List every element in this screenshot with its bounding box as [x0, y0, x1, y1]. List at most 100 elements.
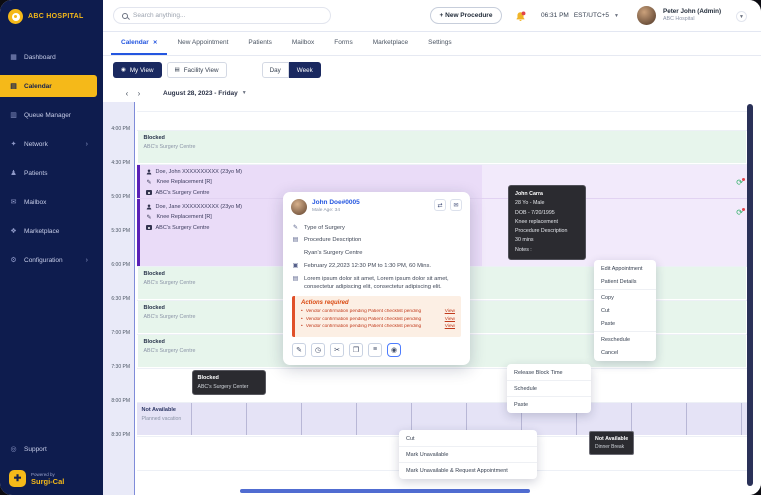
- sync-icon[interactable]: ⟳: [736, 208, 745, 217]
- hospital-logo-icon: [8, 9, 23, 24]
- day-view-button[interactable]: Day: [261, 62, 289, 78]
- user-info: Peter John (Admin) ABC Hospital: [663, 8, 721, 23]
- menu-item-cancel[interactable]: Cancel: [594, 346, 656, 359]
- search-input[interactable]: [133, 12, 322, 19]
- detail-text: February 22,2023 12:30 PM to 1:30 PM, 60…: [304, 262, 431, 269]
- search-box[interactable]: [113, 7, 331, 24]
- tab-patients[interactable]: Patients: [238, 32, 282, 55]
- sidebar-item-dashboard[interactable]: ▦ Dashboard: [0, 46, 97, 68]
- menu-item-reschedule[interactable]: Reschedule: [594, 333, 656, 346]
- tab-new-appointment[interactable]: New Appointment: [167, 32, 238, 55]
- edit-icon[interactable]: ✎: [292, 342, 306, 357]
- sidebar-item-configuration[interactable]: ⚙ Configuration ›: [0, 249, 97, 271]
- menu-item-cut[interactable]: Cut: [594, 304, 656, 317]
- pencil-icon: ✎: [146, 214, 152, 221]
- date-navigation: ‹ › August 28, 2023 - Friday ▼: [103, 84, 761, 102]
- user-name: Peter John (Admin): [663, 8, 722, 15]
- current-date[interactable]: August 28, 2023 - Friday ▼: [163, 90, 247, 97]
- hospital-logo-text: ABC HOSPITAL: [28, 13, 84, 20]
- popup-header-actions: ⇄ ✉: [434, 199, 462, 211]
- new-procedure-button[interactable]: + New Procedure: [430, 7, 502, 24]
- marketplace-icon: ❖: [10, 228, 17, 235]
- view-link[interactable]: View: [445, 309, 455, 314]
- tab-mailbox[interactable]: Mailbox: [282, 32, 324, 55]
- sidebar-item-support[interactable]: ◎ Support: [0, 438, 97, 460]
- list-icon[interactable]: ≡: [368, 342, 382, 357]
- menu-item-patient-details[interactable]: Patient Details: [594, 275, 656, 288]
- detail-row-datetime: ▣ February 22,2023 12:30 PM to 1:30 PM, …: [292, 262, 461, 270]
- clock-timezone[interactable]: 06:31 PM EST/UTC+5 ▼: [541, 12, 619, 19]
- tab-calendar[interactable]: Calendar ✕: [111, 32, 168, 55]
- transfer-icon[interactable]: ⇄: [434, 199, 446, 211]
- reschedule-clock-icon[interactable]: ◷: [311, 342, 325, 357]
- view-link[interactable]: View: [445, 317, 455, 322]
- menu-divider: [594, 289, 656, 290]
- sidebar-item-marketplace[interactable]: ❖ Marketplace: [0, 220, 97, 242]
- menu-item-schedule[interactable]: Schedule: [507, 382, 591, 395]
- menu-item-release-block-time[interactable]: Release Block Time: [507, 366, 591, 379]
- user-avatar[interactable]: [637, 6, 656, 25]
- time-label: 4:30 PM: [111, 160, 130, 166]
- block-time-menu: Release Block Time Schedule Paste: [507, 364, 591, 413]
- action-text: Vendor confirmation pending Patient chec…: [305, 324, 422, 329]
- tab-forms[interactable]: Forms: [324, 32, 362, 55]
- prev-day-button[interactable]: ‹: [121, 89, 133, 98]
- network-icon: ✦: [10, 141, 17, 148]
- sidebar-item-queue-manager[interactable]: ▥ Queue Manager: [0, 104, 97, 126]
- patient-name: Doe, John XXXXXXXXXX (23yo M): [155, 169, 243, 176]
- patient-tooltip: John Carra 28 Yo - Male DOB - 7/20/1995 …: [508, 185, 586, 260]
- procedure-name: Knee Replacement [R]: [156, 214, 212, 221]
- menu-item-edit-appointment[interactable]: Edit Appointment: [594, 262, 656, 275]
- tab-marketplace[interactable]: Marketplace: [363, 32, 418, 55]
- bullet-icon: •: [301, 316, 303, 322]
- week-view-button[interactable]: Week: [288, 62, 321, 78]
- menu-divider: [594, 331, 656, 332]
- blocked-event[interactable]: Blocked ABC's Surgery Centre: [137, 131, 746, 163]
- view-link[interactable]: View: [445, 324, 455, 329]
- actions-required-title: Actions required: [301, 300, 349, 306]
- menu-item-cut[interactable]: Cut: [399, 432, 537, 445]
- cut-icon[interactable]: ✂: [330, 342, 344, 357]
- notifications-bell-icon[interactable]: [515, 9, 526, 27]
- sidebar-item-mailbox[interactable]: ✉ Mailbox: [0, 191, 97, 213]
- sidebar-item-calendar[interactable]: ▤ Calendar: [0, 75, 97, 97]
- menu-item-paste[interactable]: Paste: [507, 398, 591, 411]
- time-gutter: 4:00 PM 4:30 PM 5:00 PM 5:30 PM 6:00 PM …: [103, 102, 135, 495]
- camera-icon[interactable]: ◉: [387, 342, 401, 357]
- chevron-down-icon: ▼: [614, 12, 619, 19]
- sidebar-item-network[interactable]: ✦ Network ›: [0, 133, 97, 155]
- sidebar-item-label: Marketplace: [24, 227, 60, 235]
- time-label: 7:30 PM: [111, 364, 130, 370]
- action-text: Vendor confirmation pending Patient chec…: [305, 316, 422, 322]
- menu-item-paste[interactable]: Paste: [594, 317, 656, 330]
- clipboard-icon: ▤: [292, 237, 299, 244]
- tab-label: Calendar: [121, 39, 149, 46]
- sidebar-item-patients[interactable]: ♟ Patients: [0, 162, 97, 184]
- next-day-button[interactable]: ›: [133, 89, 145, 98]
- sidebar-item-label: Support: [24, 445, 47, 453]
- menu-item-mark-unavailable-request[interactable]: Mark Unavailable & Request Appointment: [399, 464, 537, 477]
- vertical-scrollbar[interactable]: [747, 104, 753, 486]
- facility-view-button[interactable]: ▤ Facility View: [166, 62, 227, 78]
- sync-icon[interactable]: ⟳: [736, 178, 745, 187]
- action-item: • Vendor confirmation pending Patient ch…: [301, 309, 455, 314]
- tab-label: Forms: [334, 39, 353, 46]
- tab-settings[interactable]: Settings: [418, 32, 462, 55]
- menu-item-mark-unavailable[interactable]: Mark Unavailable: [399, 448, 537, 461]
- chevron-down-icon: ▼: [241, 90, 247, 96]
- detail-text: Ryan's Surgery Centre: [304, 250, 363, 257]
- my-view-button[interactable]: ◉ My View: [113, 62, 162, 78]
- unavailable-menu: Cut Mark Unavailable Mark Unavailable & …: [399, 430, 537, 479]
- configuration-icon: ⚙: [10, 257, 17, 264]
- menu-item-copy[interactable]: Copy: [594, 291, 656, 304]
- patient-name-link[interactable]: John Doe#0005: [312, 199, 360, 206]
- appointment-procedure: ✎ Knee Replacement [R]: [146, 177, 476, 187]
- copy-icon[interactable]: ❐: [349, 342, 363, 357]
- close-icon[interactable]: ✕: [153, 40, 158, 46]
- user-menu-chevron-icon[interactable]: ▼: [736, 11, 747, 22]
- horizontal-scrollbar[interactable]: [240, 489, 530, 493]
- appointment-context-menu: Edit Appointment Patient Details Copy Cu…: [594, 260, 656, 361]
- message-icon[interactable]: ✉: [450, 199, 462, 211]
- blocked-tooltip: Blocked ABC's Surgery Center: [191, 370, 266, 396]
- pencil-icon: ✎: [292, 224, 299, 231]
